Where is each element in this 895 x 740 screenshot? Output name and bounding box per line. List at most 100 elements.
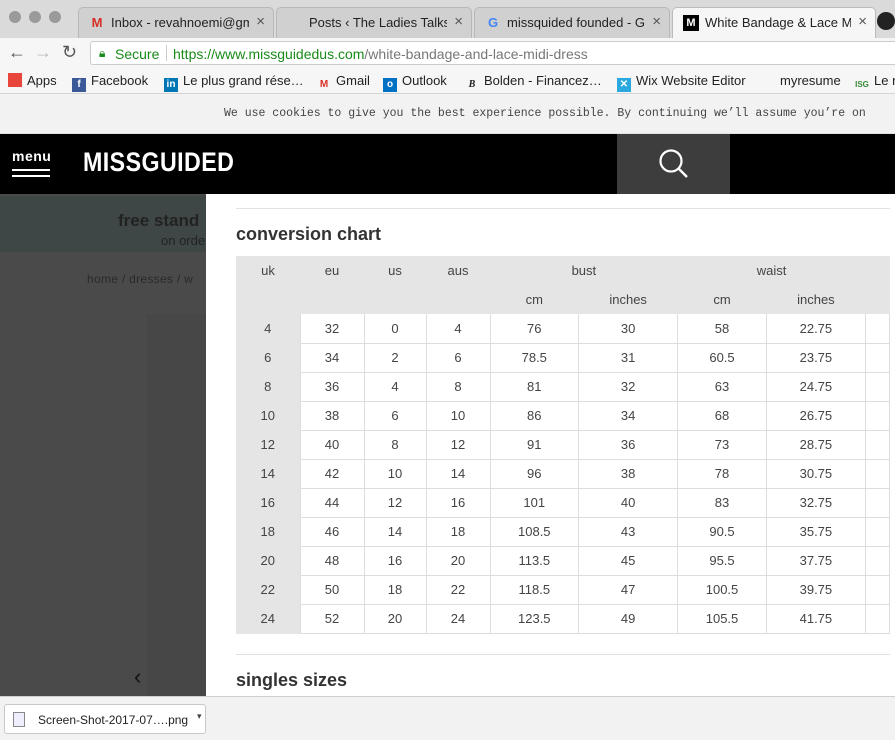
table-cell: 95.5 (677, 546, 767, 576)
bookmark-linkedin[interactable]: in Le plus grand rése… (164, 73, 304, 92)
gmail-icon: M (91, 15, 103, 30)
close-window-button[interactable] (9, 11, 21, 23)
linkedin-icon: in (164, 78, 178, 92)
tab-gmail[interactable]: M Inbox - revahnoemi@gma × (78, 7, 274, 38)
column-header: uk (236, 256, 300, 285)
column-header (426, 285, 490, 314)
table-cell: 24 (426, 604, 491, 634)
close-tab-icon[interactable]: × (652, 13, 661, 30)
bookmark-wix[interactable]: ✕ Wix Website Editor (617, 73, 746, 92)
table-row: 24 52 20 24 123.5 49 105.5 41.75 (236, 604, 890, 634)
bookmark-label: Le plus grand rése… (183, 73, 304, 88)
table-cell (865, 575, 890, 605)
table-cell: 39.75 (766, 575, 867, 605)
uk-size-cell: 16 (236, 488, 301, 518)
table-cell: 0 (364, 314, 427, 344)
table-cell: 78.5 (490, 343, 580, 373)
column-subheader: cm (677, 285, 767, 314)
maximize-window-button[interactable] (49, 11, 61, 23)
table-cell: 4 (364, 372, 427, 402)
table-row: 14 42 10 14 96 38 78 30.75 (236, 459, 890, 489)
table-cell: 34 (300, 343, 365, 373)
close-tab-icon[interactable]: × (256, 13, 265, 30)
column-header: bust (490, 256, 678, 285)
site-logo[interactable]: MISSGUIDED (83, 147, 234, 178)
wordpress-icon (287, 15, 303, 31)
minimize-window-button[interactable] (29, 11, 41, 23)
bookmark-myresume[interactable]: myresume (780, 73, 841, 88)
menu-button[interactable]: menu (12, 148, 52, 177)
divider (236, 208, 890, 209)
url-host: https://www.missguidedus.com (173, 46, 365, 62)
table-cell: 42 (300, 459, 365, 489)
bookmark-outlook[interactable]: o Outlook (383, 73, 447, 92)
table-cell: 20 (364, 604, 427, 634)
table-cell: 20 (426, 546, 491, 576)
table-cell (865, 546, 890, 576)
tab-google[interactable]: G missquided founded - Go × (474, 7, 670, 38)
table-cell: 108.5 (490, 517, 580, 547)
bookmark-facebook[interactable]: f Facebook (72, 73, 148, 92)
table-row: 16 44 12 16 101 40 83 32.75 (236, 488, 890, 518)
conversion-chart-title: conversion chart (236, 224, 382, 244)
divider (166, 45, 167, 61)
reload-icon[interactable]: ↻ (62, 42, 77, 63)
tab-label: Inbox - revahnoemi@gma (111, 15, 249, 30)
site-header: menu MISSGUIDED (0, 134, 895, 194)
image-file-icon (13, 712, 25, 727)
table-cell: 23.75 (766, 343, 867, 373)
close-tab-icon[interactable]: × (454, 13, 463, 30)
column-header: us (364, 256, 426, 285)
bookmark-label: Outlook (402, 73, 447, 88)
scrollbar[interactable] (890, 194, 895, 696)
table-cell: 49 (578, 604, 679, 634)
table-header-row: uk eu us aus bust waist (236, 256, 890, 285)
secure-label: Secure (115, 46, 160, 62)
table-row: 4 32 0 4 76 30 58 22.75 (236, 314, 890, 344)
table-cell: 90.5 (677, 517, 767, 547)
table-cell: 10 (426, 401, 491, 431)
column-header (364, 285, 426, 314)
bookmark-bolden[interactable]: B Bolden - Financez… (465, 73, 602, 92)
bookmark-apps[interactable]: Apps (8, 73, 57, 88)
table-cell: 32 (578, 372, 679, 402)
table-cell (865, 517, 890, 547)
profile-avatar[interactable] (877, 12, 895, 30)
uk-size-cell: 6 (236, 343, 301, 373)
tab-label: Posts ‹ The Ladies Talksh (309, 15, 447, 30)
table-cell: 36 (300, 372, 365, 402)
uk-size-cell: 22 (236, 575, 301, 605)
column-header (865, 285, 890, 314)
singles-sizes-title: singles sizes (236, 670, 348, 690)
address-bar[interactable]: 🔒︎ Secure https://www.missguidedus.com/w… (90, 41, 895, 65)
column-subheader: inches (766, 285, 866, 314)
table-row: 20 48 16 20 113.5 45 95.5 37.75 (236, 546, 890, 576)
chevron-down-icon[interactable]: ▾ (197, 711, 202, 722)
modal-backdrop[interactable]: free stand on orde home / dresses / w ‹ (0, 194, 206, 696)
uk-size-cell: 12 (236, 430, 301, 460)
close-tab-icon[interactable]: × (858, 13, 867, 30)
previous-image-arrow-icon[interactable]: ‹ (134, 664, 141, 690)
bookmarks-bar: Apps f Facebook in Le plus grand rése… M Gm… (0, 68, 895, 94)
url-text[interactable]: https://www.missguidedus.com/white-banda… (173, 46, 588, 62)
bookmark-le[interactable]: ISG Le r (855, 73, 895, 92)
divider (236, 654, 890, 655)
tab-label: White Bandage & Lace M (705, 15, 851, 30)
breadcrumb: home / dresses / w (87, 272, 194, 286)
bookmark-gmail[interactable]: M Gmail (317, 73, 370, 92)
table-cell: 46 (300, 517, 365, 547)
back-arrow-icon[interactable]: ← (8, 42, 26, 63)
column-header (865, 256, 890, 285)
search-button[interactable] (617, 134, 730, 194)
column-subheader: inches (578, 285, 678, 314)
forward-arrow-icon[interactable]: → (34, 42, 52, 63)
table-cell: 38 (300, 401, 365, 431)
table-cell: 101 (490, 488, 580, 518)
table-cell: 18 (426, 517, 491, 547)
table-cell: 48 (300, 546, 365, 576)
bookmark-label: myresume (780, 73, 841, 88)
table-cell: 45 (578, 546, 679, 576)
download-item[interactable]: Screen-Shot-2017-07….png ▾ (4, 704, 206, 734)
tab-wordpress[interactable]: Posts ‹ The Ladies Talksh × (276, 7, 472, 38)
tab-missguided-active[interactable]: M White Bandage & Lace M × (672, 7, 876, 39)
